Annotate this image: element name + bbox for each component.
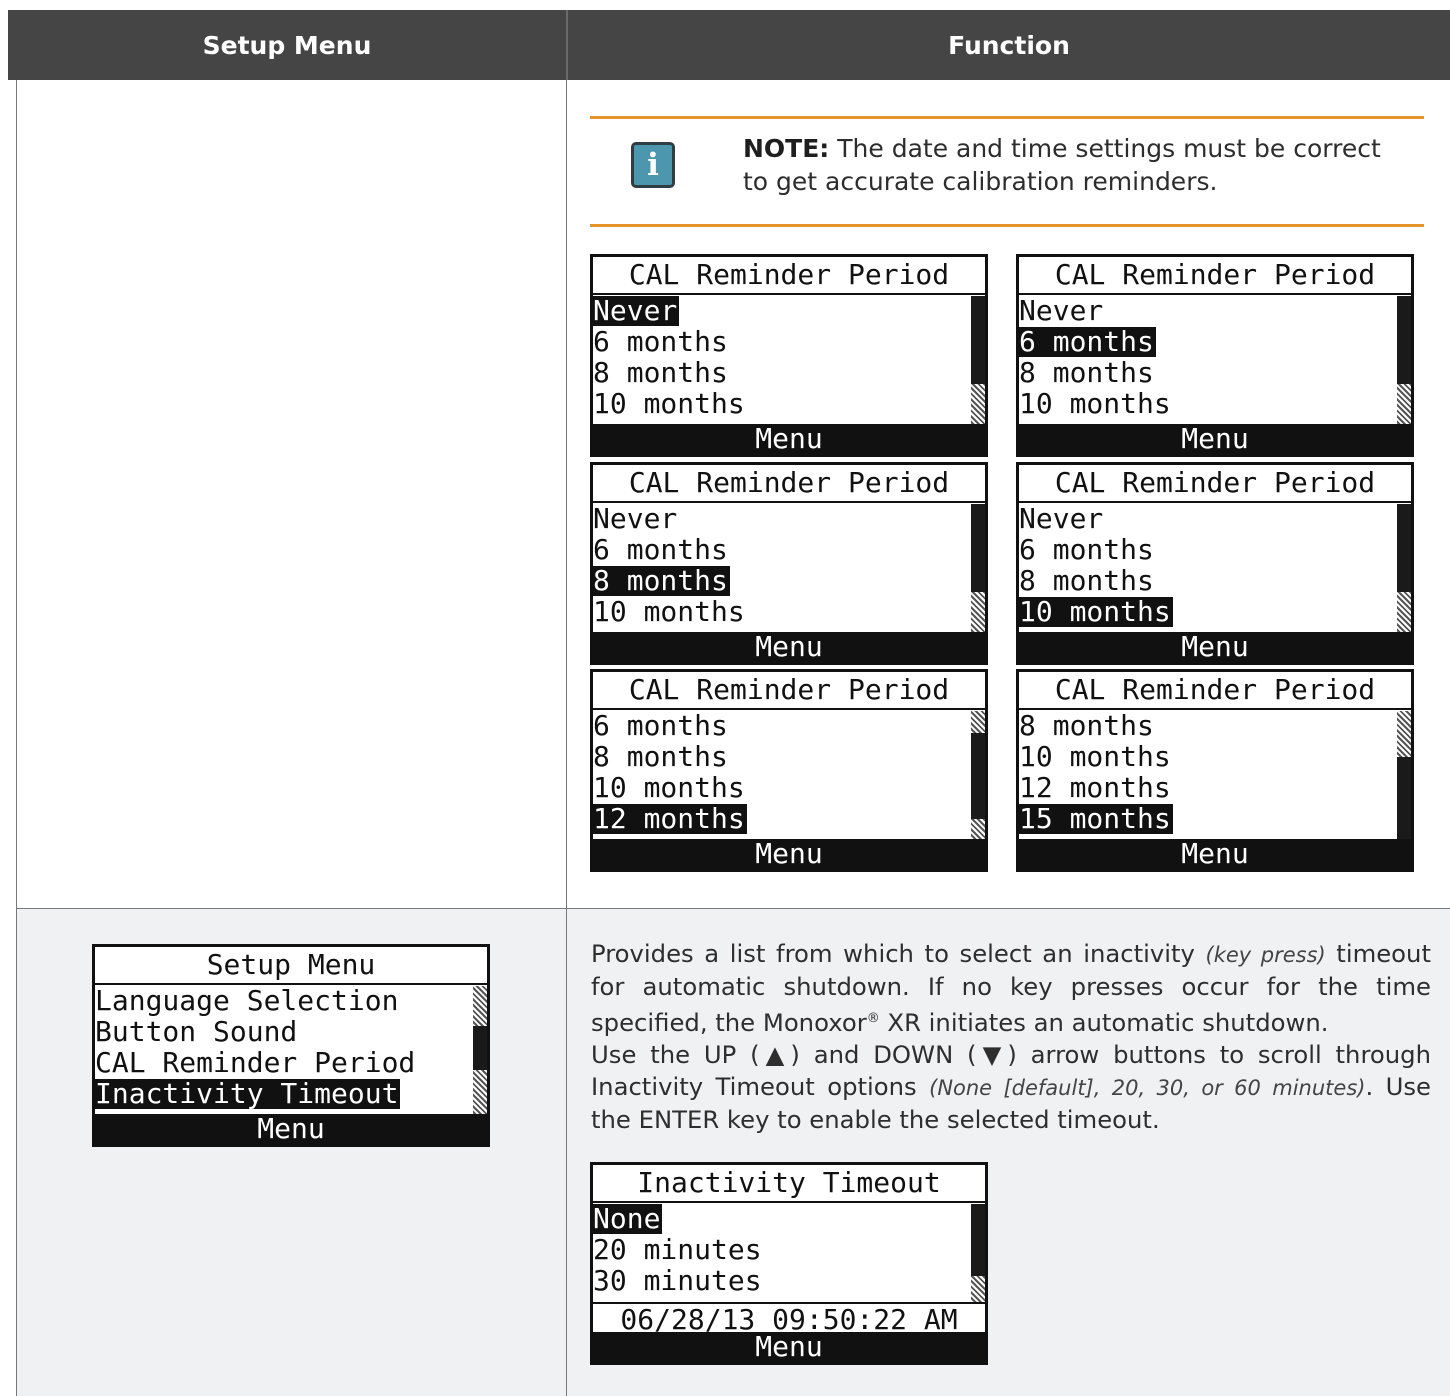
setup-menu-screen: Setup Menu Language Selection Button Sound… (92, 944, 490, 1147)
screen-title: Inactivity Timeout (593, 1165, 985, 1203)
screen-footer-menu: Menu (593, 839, 985, 869)
screen-title: CAL Reminder Period (593, 465, 985, 503)
scrollbar (473, 986, 487, 1118)
cal-reminder-screen: CAL Reminder Period Never 6 months 8 months… (590, 254, 988, 457)
scrollbar-thumb (971, 1276, 985, 1302)
scrollbar-thumb (971, 711, 985, 733)
cal-reminder-screen: CAL Reminder Period Never 6 months 8 months… (1016, 462, 1414, 665)
screen-title: CAL Reminder Period (593, 257, 985, 295)
note-rule-top (590, 116, 1424, 119)
screen-option: 10 months (593, 387, 745, 420)
screen-option: Inactivity Timeout (95, 1077, 401, 1110)
table-column-divider (566, 80, 567, 1396)
screen-option: 10 months (1019, 387, 1171, 420)
inactivity-timeout-description: Provides a list from which to select an … (591, 938, 1431, 1136)
screen-footer-menu: Menu (1019, 839, 1411, 869)
screen-option: Never (1019, 502, 1104, 535)
inactivity-timeout-screen: Inactivity Timeout None 20 minutes 30 minut… (590, 1162, 988, 1365)
scrollbar (971, 504, 985, 636)
note-label: NOTE: (743, 134, 830, 163)
scrollbar (1397, 504, 1411, 636)
scrollbar-thumb (971, 592, 985, 634)
screen-title: CAL Reminder Period (1019, 465, 1411, 503)
screen-footer-menu: Menu (95, 1114, 487, 1144)
description-paragraph-1: Provides a list from which to select an … (591, 939, 1431, 1038)
description-paragraph-2: Use the UP (▲) and DOWN (▼) arrow button… (591, 1040, 1431, 1135)
screen-title: CAL Reminder Period (1019, 257, 1411, 295)
screen-option: 8 months (1019, 709, 1154, 742)
screen-option: 10 months (1019, 595, 1173, 628)
screen-footer-menu: Menu (593, 424, 985, 454)
screen-title: CAL Reminder Period (1019, 672, 1411, 710)
screen-option: 12 months (593, 802, 747, 835)
screen-option: Button Sound (95, 1015, 298, 1048)
cal-reminder-screen: CAL Reminder Period 8 months 10 months 12 m… (1016, 669, 1414, 872)
table-header: Setup Menu Function (8, 10, 1450, 80)
screen-option: 6 months (593, 709, 728, 742)
scrollbar-thumb (971, 384, 985, 426)
screen-option: 10 months (1019, 740, 1171, 773)
screen-title: Setup Menu (95, 947, 487, 985)
screen-option: CAL Reminder Period (95, 1046, 416, 1079)
info-icon: i (631, 142, 675, 188)
scrollbar (971, 1204, 985, 1302)
table-border-left (16, 80, 17, 1396)
screen-option: 6 months (593, 533, 728, 566)
screen-footer-menu: Menu (1019, 424, 1411, 454)
screen-footer-menu: Menu (593, 632, 985, 662)
screen-option: 10 months (593, 771, 745, 804)
scrollbar-thumb (473, 986, 487, 1026)
scrollbar (1397, 711, 1411, 843)
cal-reminder-screen: CAL Reminder Period Never 6 months 8 months… (1016, 254, 1414, 457)
screen-option: 8 months (1019, 356, 1154, 389)
screen-option: 8 months (593, 356, 728, 389)
screen-option: 10 months (593, 595, 745, 628)
table-row-divider (16, 908, 1450, 909)
scrollbar-thumb (1397, 384, 1411, 426)
scrollbar-thumb (1397, 592, 1411, 634)
screen-option: Never (593, 502, 678, 535)
column-header-setup-menu: Setup Menu (202, 31, 372, 60)
screen-option: 6 months (593, 325, 728, 358)
scrollbar (971, 711, 985, 843)
scrollbar (971, 296, 985, 428)
screen-option: Never (1019, 294, 1104, 327)
screen-option: 8 months (593, 564, 730, 597)
screen-title: CAL Reminder Period (593, 672, 985, 710)
scrollbar-thumb (971, 819, 985, 839)
screen-option: Never (593, 294, 680, 327)
scrollbar-thumb (1397, 711, 1411, 757)
screen-option: 12 months (1019, 771, 1171, 804)
column-header-function: Function (948, 31, 1070, 60)
cal-reminder-screen: CAL Reminder Period Never 6 months 8 months… (590, 462, 988, 665)
scrollbar-thumb (473, 1070, 487, 1116)
note-text: NOTE: The date and time settings must be… (743, 132, 1413, 198)
screen-option: 8 months (593, 740, 728, 773)
screen-footer-menu: Menu (1019, 632, 1411, 662)
note-body: The date and time settings must be corre… (743, 134, 1381, 196)
screen-option: 20 minutes (593, 1233, 762, 1266)
screen-footer-menu: Menu (593, 1332, 985, 1362)
note-rule-bottom (590, 224, 1424, 227)
screen-option: None (593, 1202, 663, 1235)
screen-option: 15 months (1019, 802, 1173, 835)
screen-option: 8 months (1019, 564, 1154, 597)
screen-option: 6 months (1019, 325, 1156, 358)
screen-option: 30 minutes (593, 1264, 762, 1297)
cal-reminder-screen: CAL Reminder Period 6 months 8 months 10 mo… (590, 669, 988, 872)
scrollbar (1397, 296, 1411, 428)
screen-option: 6 months (1019, 533, 1154, 566)
screen-option: Language Selection (95, 984, 399, 1017)
